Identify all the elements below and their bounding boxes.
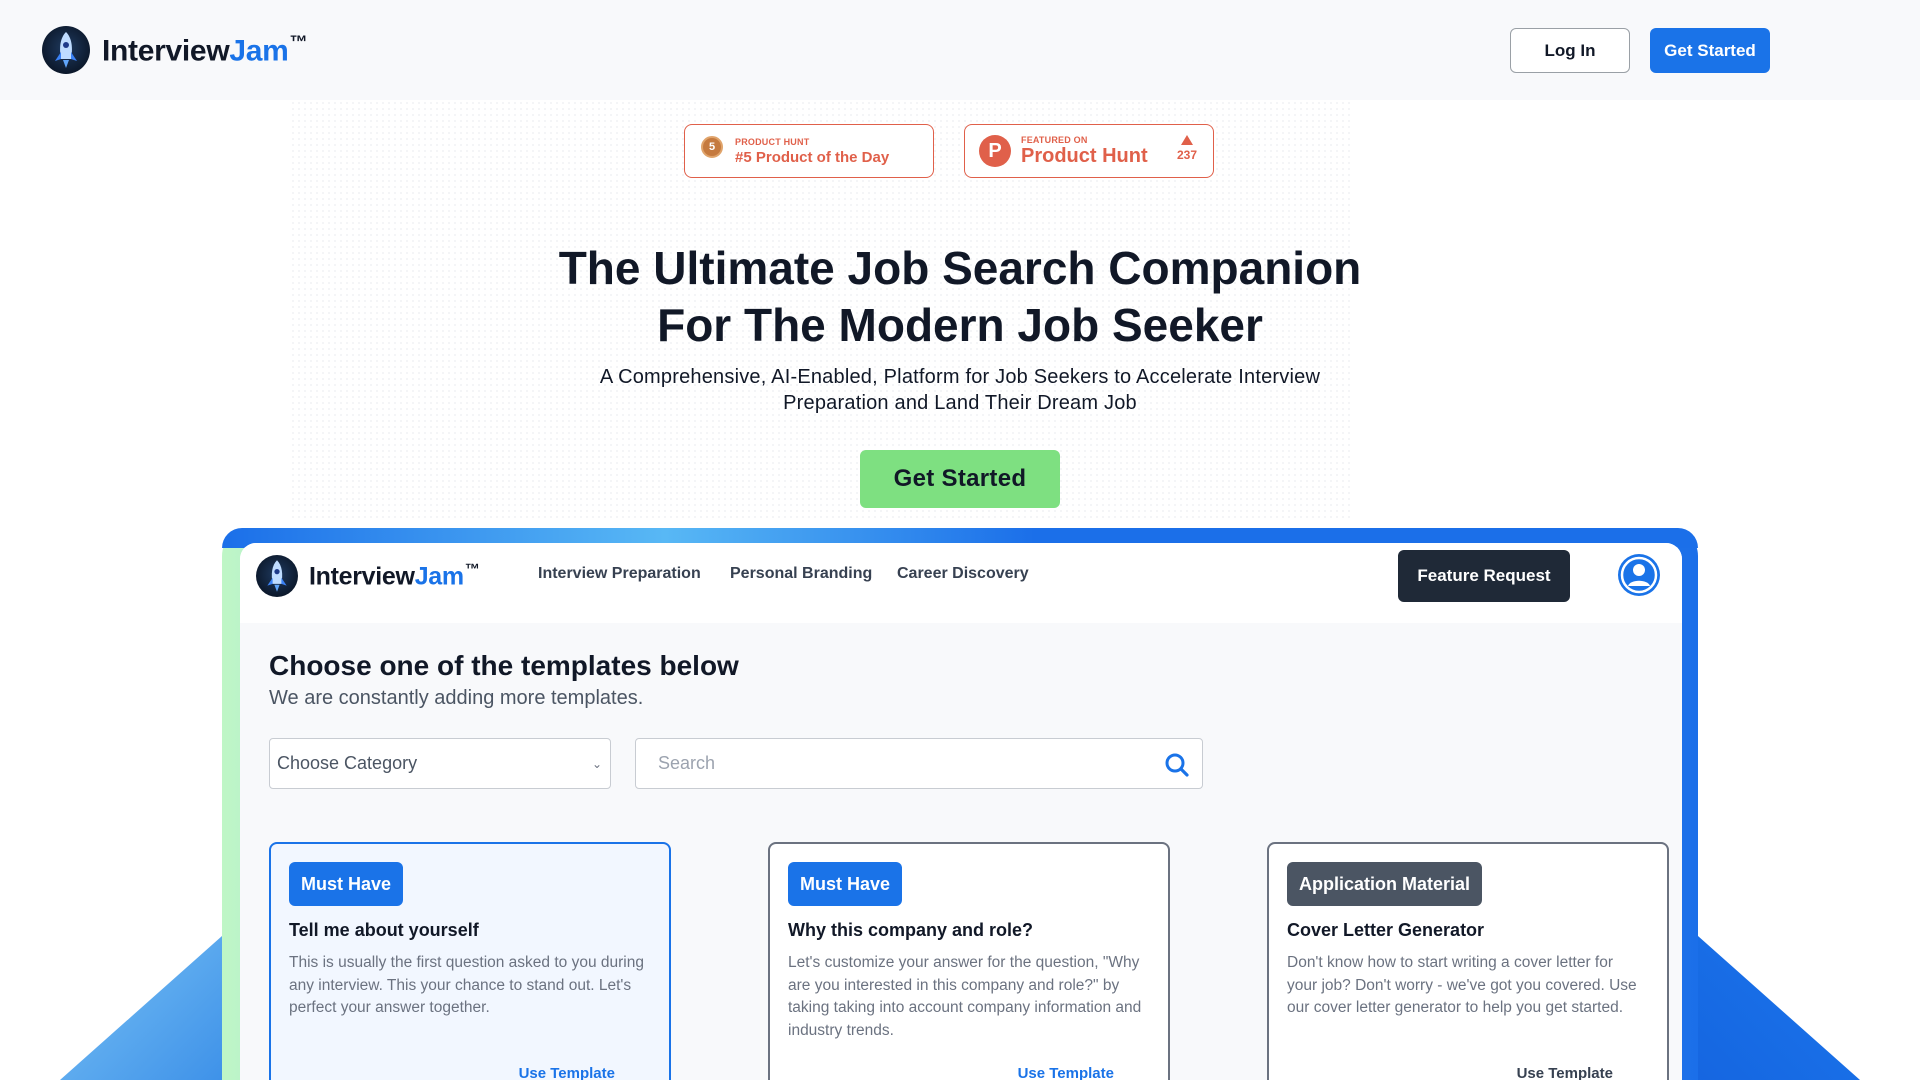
template-card[interactable]: Must Have Tell me about yourself This is… — [269, 842, 671, 1080]
card-title: Why this company and role? — [788, 920, 1034, 940]
chevron-down-icon: ⌄ — [591, 757, 602, 771]
medal-icon: 5 — [699, 136, 725, 166]
card-description: Let's customize your answer for the ques… — [788, 954, 1142, 1039]
feature-request-button[interactable]: Feature Request — [1398, 550, 1570, 602]
hero-title: The Ultimate Job Search Companion For Th… — [558, 242, 1362, 351]
decorative-triangle-right — [1680, 920, 1860, 1080]
product-hunt-icon: P — [979, 135, 1011, 167]
hero-get-started-button[interactable]: Get Started — [860, 450, 1060, 508]
page-title: Choose one of the templates below — [269, 650, 739, 681]
category-select[interactable]: Choose Category ⌄ — [269, 738, 611, 789]
brand-logo-link[interactable]: InterviewJam™ — [42, 26, 308, 74]
app-brand-name: InterviewJam™ — [309, 560, 480, 591]
category-badge: Must Have — [289, 862, 404, 906]
user-avatar-icon[interactable] — [1618, 554, 1660, 596]
use-template-link[interactable]: Use Template — [519, 1065, 615, 1080]
hero-subtitle: A Comprehensive, AI-Enabled, Platform fo… — [599, 366, 1321, 414]
upvote-count: 237 — [1177, 135, 1197, 162]
category-badge: Application Material — [1287, 862, 1483, 906]
template-card[interactable]: Application Material Cover Letter Genera… — [1267, 842, 1669, 1080]
search-input[interactable] — [636, 743, 1136, 784]
badge-caption: FEATURED ON — [1021, 134, 1088, 145]
get-started-button[interactable]: Get Started — [1650, 28, 1770, 73]
badge-text: Product Hunt — [1021, 144, 1148, 167]
use-template-link[interactable]: Use Template — [1018, 1065, 1114, 1080]
app-preview: InterviewJam™ Interview Preparation Pers… — [240, 543, 1682, 1080]
app-navbar: InterviewJam™ Interview Preparation Pers… — [240, 543, 1682, 623]
nav-career-discovery[interactable]: Career Discovery — [897, 565, 1029, 583]
card-title: Cover Letter Generator — [1287, 920, 1485, 940]
rocket-logo-icon — [256, 555, 298, 597]
search-icon[interactable] — [1164, 752, 1190, 783]
app-brand-logo[interactable]: InterviewJam™ — [256, 555, 480, 597]
template-card[interactable]: Must Have Why this company and role? Let… — [768, 842, 1170, 1080]
badge-text: #5 Product of the Day — [735, 148, 890, 166]
featured-on-product-hunt-badge[interactable]: P FEATURED ON Product Hunt 237 — [964, 124, 1214, 178]
site-header: InterviewJam™ Log In Get Started — [0, 0, 1920, 100]
category-badge: Must Have — [788, 862, 903, 906]
nav-personal-branding[interactable]: Personal Branding — [730, 565, 872, 583]
nav-interview-preparation[interactable]: Interview Preparation — [538, 565, 701, 583]
page-subtitle: We are constantly adding more templates. — [269, 687, 644, 709]
badge-caption: PRODUCT HUNT — [735, 136, 810, 147]
decorative-triangle-left — [60, 920, 240, 1080]
use-template-link[interactable]: Use Template — [1517, 1065, 1613, 1080]
upvote-triangle-icon — [1180, 135, 1193, 145]
brand-name: InterviewJam™ — [102, 31, 308, 68]
search-field[interactable] — [635, 738, 1203, 789]
login-button[interactable]: Log In — [1510, 28, 1630, 73]
product-of-the-day-badge[interactable]: 5 PRODUCT HUNT #5 Product of the Day — [684, 124, 934, 178]
card-description: This is usually the first question asked… — [289, 954, 644, 1016]
card-title: Tell me about yourself — [289, 920, 479, 940]
rocket-logo-icon — [42, 26, 90, 74]
category-select-value: Choose Category — [277, 753, 418, 773]
card-description: Don't know how to start writing a cover … — [1287, 954, 1637, 1016]
